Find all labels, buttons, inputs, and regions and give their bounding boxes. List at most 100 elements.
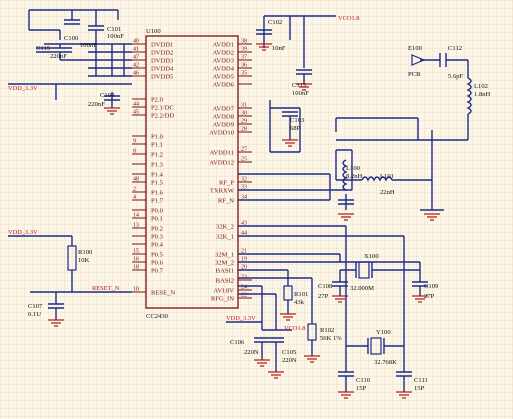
- pin-name: P0.5: [151, 251, 164, 258]
- l101-ref: L101: [380, 173, 394, 180]
- pin-number: 30: [241, 111, 247, 117]
- pin-number: 15: [133, 249, 139, 255]
- pin-name: AVDD11: [209, 149, 234, 156]
- pin-name: AVDD9: [213, 121, 235, 128]
- c112-ref: C112: [448, 45, 462, 52]
- c100-value: 100nF: [80, 42, 97, 49]
- pin-name: DVDD3: [151, 57, 174, 64]
- r102-ref: R102: [320, 327, 334, 334]
- l102-value: 1.8nH: [474, 91, 491, 98]
- c105-value: 220N: [282, 357, 297, 364]
- pin-number: 41: [133, 47, 139, 53]
- vdd-net-label-1: VDD_3.3V: [8, 85, 38, 92]
- c100-ref: C100: [64, 35, 79, 42]
- pin-name: AVDD10: [209, 129, 234, 136]
- pin-name: AVDD2: [213, 49, 235, 56]
- c115-value: 220nF: [50, 53, 67, 60]
- c110-value: 15P: [356, 385, 367, 392]
- l102-ref: L102: [474, 83, 488, 90]
- pin-number: 29: [241, 119, 247, 125]
- c115-ref: C115: [36, 45, 51, 52]
- c108-value: 27P: [318, 293, 329, 300]
- pin-number: 4: [133, 195, 136, 201]
- pin-number: 36: [241, 63, 247, 69]
- chip-designator: U100: [146, 28, 161, 35]
- pin-number: 13: [133, 223, 139, 229]
- pin-number: 14: [133, 213, 139, 219]
- l100-ref: L100: [346, 165, 361, 172]
- pin-name: 32M_1: [215, 251, 234, 258]
- x100-ref: X100: [364, 253, 379, 260]
- pin-name: P0.4: [151, 241, 164, 248]
- pin-name: P1.2: [151, 151, 163, 158]
- c104-ref: C104: [100, 92, 115, 99]
- c110-ref: C110: [356, 377, 371, 384]
- pin-name: AVDD6: [213, 81, 235, 88]
- vco-bottom-net-label: VCO1.8: [284, 325, 305, 332]
- pin-number: 47: [133, 55, 139, 61]
- pin-name: RESE_N: [151, 289, 175, 296]
- r101-ref: R101: [294, 291, 308, 298]
- pin-name: P1.3: [151, 161, 164, 168]
- vco-top-net-label: VCO1.8: [338, 15, 359, 22]
- pin-number: 46: [133, 71, 139, 77]
- pin-name: P1.4: [151, 171, 164, 178]
- c107-value: 0.1U: [28, 311, 41, 318]
- pin-name: AVDD7: [213, 105, 235, 112]
- c109-ref: C109: [424, 283, 439, 290]
- pin-number: 42: [133, 63, 139, 69]
- pin-number: 25: [241, 157, 247, 163]
- x100-value: 32.000M: [350, 285, 374, 292]
- pin-name: AVDD5: [213, 73, 235, 80]
- c109-value: 27P: [424, 293, 435, 300]
- l100-value: 8.2nH: [346, 173, 363, 180]
- chip-part-name: CC2430: [146, 313, 169, 320]
- pin-name: BASI1: [216, 267, 234, 274]
- r100-ref: R100: [78, 249, 93, 256]
- pin-number: 44: [133, 102, 139, 108]
- pin-name: P2.0: [151, 96, 164, 103]
- c101-ref: C101: [107, 26, 121, 33]
- pin-name: P0.2: [151, 225, 163, 232]
- pin-name: DVDD2: [151, 49, 173, 56]
- r102-value: 56K 1%: [320, 335, 342, 342]
- pin-name: P1.5: [151, 179, 164, 186]
- c106-value: 220N: [244, 349, 259, 356]
- c105-ref: C105: [282, 349, 297, 356]
- e100-value: PCB: [408, 71, 421, 78]
- pin-name: AVDD3: [213, 57, 235, 64]
- pin-name: AVDD4: [213, 65, 235, 72]
- l101-value: 22nH: [380, 189, 395, 196]
- pin-number: 27: [241, 147, 247, 153]
- r100-value: 10K: [78, 257, 90, 264]
- c112-value: 5.6pF: [448, 73, 464, 80]
- pin-name: P0.0: [151, 207, 164, 214]
- pin-name: P1.6: [151, 189, 164, 196]
- pin-name: DVDD5: [151, 73, 174, 80]
- c108-ref: C108: [318, 283, 333, 290]
- pin-number: 28: [241, 127, 247, 133]
- c102-ref: C102: [268, 19, 282, 26]
- c107-ref: C107: [28, 303, 43, 310]
- pin-number: 39: [241, 47, 247, 53]
- pin-name: DVDD1: [151, 41, 173, 48]
- pin-name: DVDD4: [151, 65, 174, 72]
- pin-name: P2.2/DD: [151, 112, 175, 119]
- pin-number: 48: [133, 177, 139, 183]
- pin-name: P2.1/DC: [151, 104, 175, 111]
- pin-number: 10: [133, 287, 139, 293]
- pin-name: P0.7: [151, 267, 164, 274]
- pin-name: TXRXW: [210, 187, 235, 194]
- pin-name: AVDD1: [213, 41, 235, 48]
- pin-name: RF_N: [218, 197, 234, 204]
- pin-number: 16: [133, 257, 139, 263]
- pin-number: 18: [133, 265, 139, 271]
- pin-name: P1.0: [151, 133, 164, 140]
- pin-number: 45: [133, 110, 139, 116]
- pin-name: P1.1: [151, 141, 163, 148]
- c106-ref: C106: [230, 339, 245, 346]
- pin-number: 37: [241, 55, 247, 61]
- c103-ref: C103: [290, 117, 305, 124]
- pin-name: RF_P: [219, 179, 234, 186]
- pin-number: 32: [241, 177, 247, 183]
